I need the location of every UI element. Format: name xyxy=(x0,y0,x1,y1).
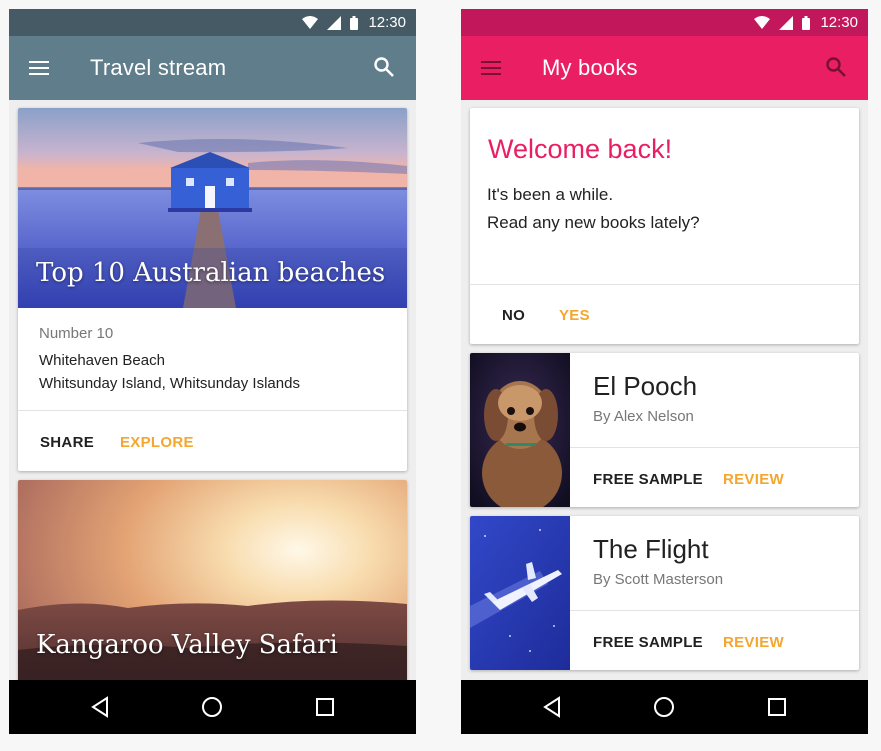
welcome-title: Welcome back! xyxy=(488,134,673,164)
back-triangle-icon[interactable] xyxy=(88,694,114,720)
airplane-cover-image xyxy=(470,516,570,670)
card-divider xyxy=(470,284,859,285)
battery-icon xyxy=(350,15,359,30)
status-time: 12:30 xyxy=(368,14,406,31)
book-card[interactable]: The Flight By Scott Masterson FREE SAMPL… xyxy=(470,516,859,670)
card-location-name: Whitehaven Beach xyxy=(39,352,165,369)
app-title: Travel stream xyxy=(90,55,227,80)
card-divider xyxy=(570,610,859,611)
navigation-bar xyxy=(9,680,416,734)
back-triangle-icon[interactable] xyxy=(540,694,566,720)
book-author: By Alex Nelson xyxy=(593,408,694,425)
search-icon[interactable] xyxy=(824,55,848,79)
free-sample-button[interactable]: FREE SAMPLE xyxy=(593,471,703,488)
explore-button[interactable]: EXPLORE xyxy=(120,434,194,451)
card-title: Top 10 Australian beaches xyxy=(36,258,386,288)
travel-stream-phone: 12:30 Travel stream Top 10 Australian be… xyxy=(9,9,416,734)
welcome-line-1: It's been a while. xyxy=(487,185,614,204)
home-circle-icon[interactable] xyxy=(199,694,225,720)
status-bar: 12:30 xyxy=(461,9,868,36)
card-divider xyxy=(570,447,859,448)
app-bar: My books xyxy=(461,36,868,100)
review-button[interactable]: REVIEW xyxy=(723,471,784,488)
card-title: Kangaroo Valley Safari xyxy=(36,630,338,660)
card-meta: Number 10 xyxy=(39,325,114,342)
book-author: By Scott Masterson xyxy=(593,571,724,588)
search-icon[interactable] xyxy=(372,55,396,79)
card-divider xyxy=(18,410,407,411)
welcome-card: Welcome back! It's been a while. Read an… xyxy=(470,108,859,344)
status-bar: 12:30 xyxy=(9,9,416,36)
book-title: The Flight xyxy=(593,534,709,564)
card-location-detail: Whitsunday Island, Whitsunday Islands xyxy=(39,375,300,392)
cell-signal-icon xyxy=(779,15,794,30)
book-card[interactable]: El Pooch By Alex Nelson FREE SAMPLE REVI… xyxy=(470,353,859,507)
app-title: My books xyxy=(542,55,638,80)
recents-square-icon[interactable] xyxy=(764,694,790,720)
home-circle-icon[interactable] xyxy=(651,694,677,720)
hamburger-menu-icon[interactable] xyxy=(29,58,51,78)
my-books-phone: 12:30 My books Welcome back! It's been a… xyxy=(461,9,868,734)
cell-signal-icon xyxy=(327,15,342,30)
hamburger-menu-icon[interactable] xyxy=(481,58,503,78)
app-bar: Travel stream xyxy=(9,36,416,100)
safari-card: Kangaroo Valley Safari xyxy=(18,480,407,680)
no-button[interactable]: NO xyxy=(502,307,525,324)
free-sample-button[interactable]: FREE SAMPLE xyxy=(593,634,703,651)
status-time: 12:30 xyxy=(820,14,858,31)
book-title: El Pooch xyxy=(593,371,698,401)
battery-icon xyxy=(802,15,811,30)
card-list: Top 10 Australian beaches Number 10 Whit… xyxy=(9,100,416,680)
welcome-message: It's been a while. Read any new books la… xyxy=(487,181,700,237)
recents-square-icon[interactable] xyxy=(312,694,338,720)
review-button[interactable]: REVIEW xyxy=(723,634,784,651)
share-button[interactable]: SHARE xyxy=(40,434,94,451)
yes-button[interactable]: YES xyxy=(559,307,590,324)
card-list: Welcome back! It's been a while. Read an… xyxy=(461,100,868,680)
wifi-icon xyxy=(754,16,771,29)
beaches-card: Top 10 Australian beaches Number 10 Whit… xyxy=(18,108,407,471)
puppy-cover-image xyxy=(470,353,570,507)
wifi-icon xyxy=(302,16,319,29)
navigation-bar xyxy=(461,680,868,734)
welcome-line-2: Read any new books lately? xyxy=(487,213,700,232)
